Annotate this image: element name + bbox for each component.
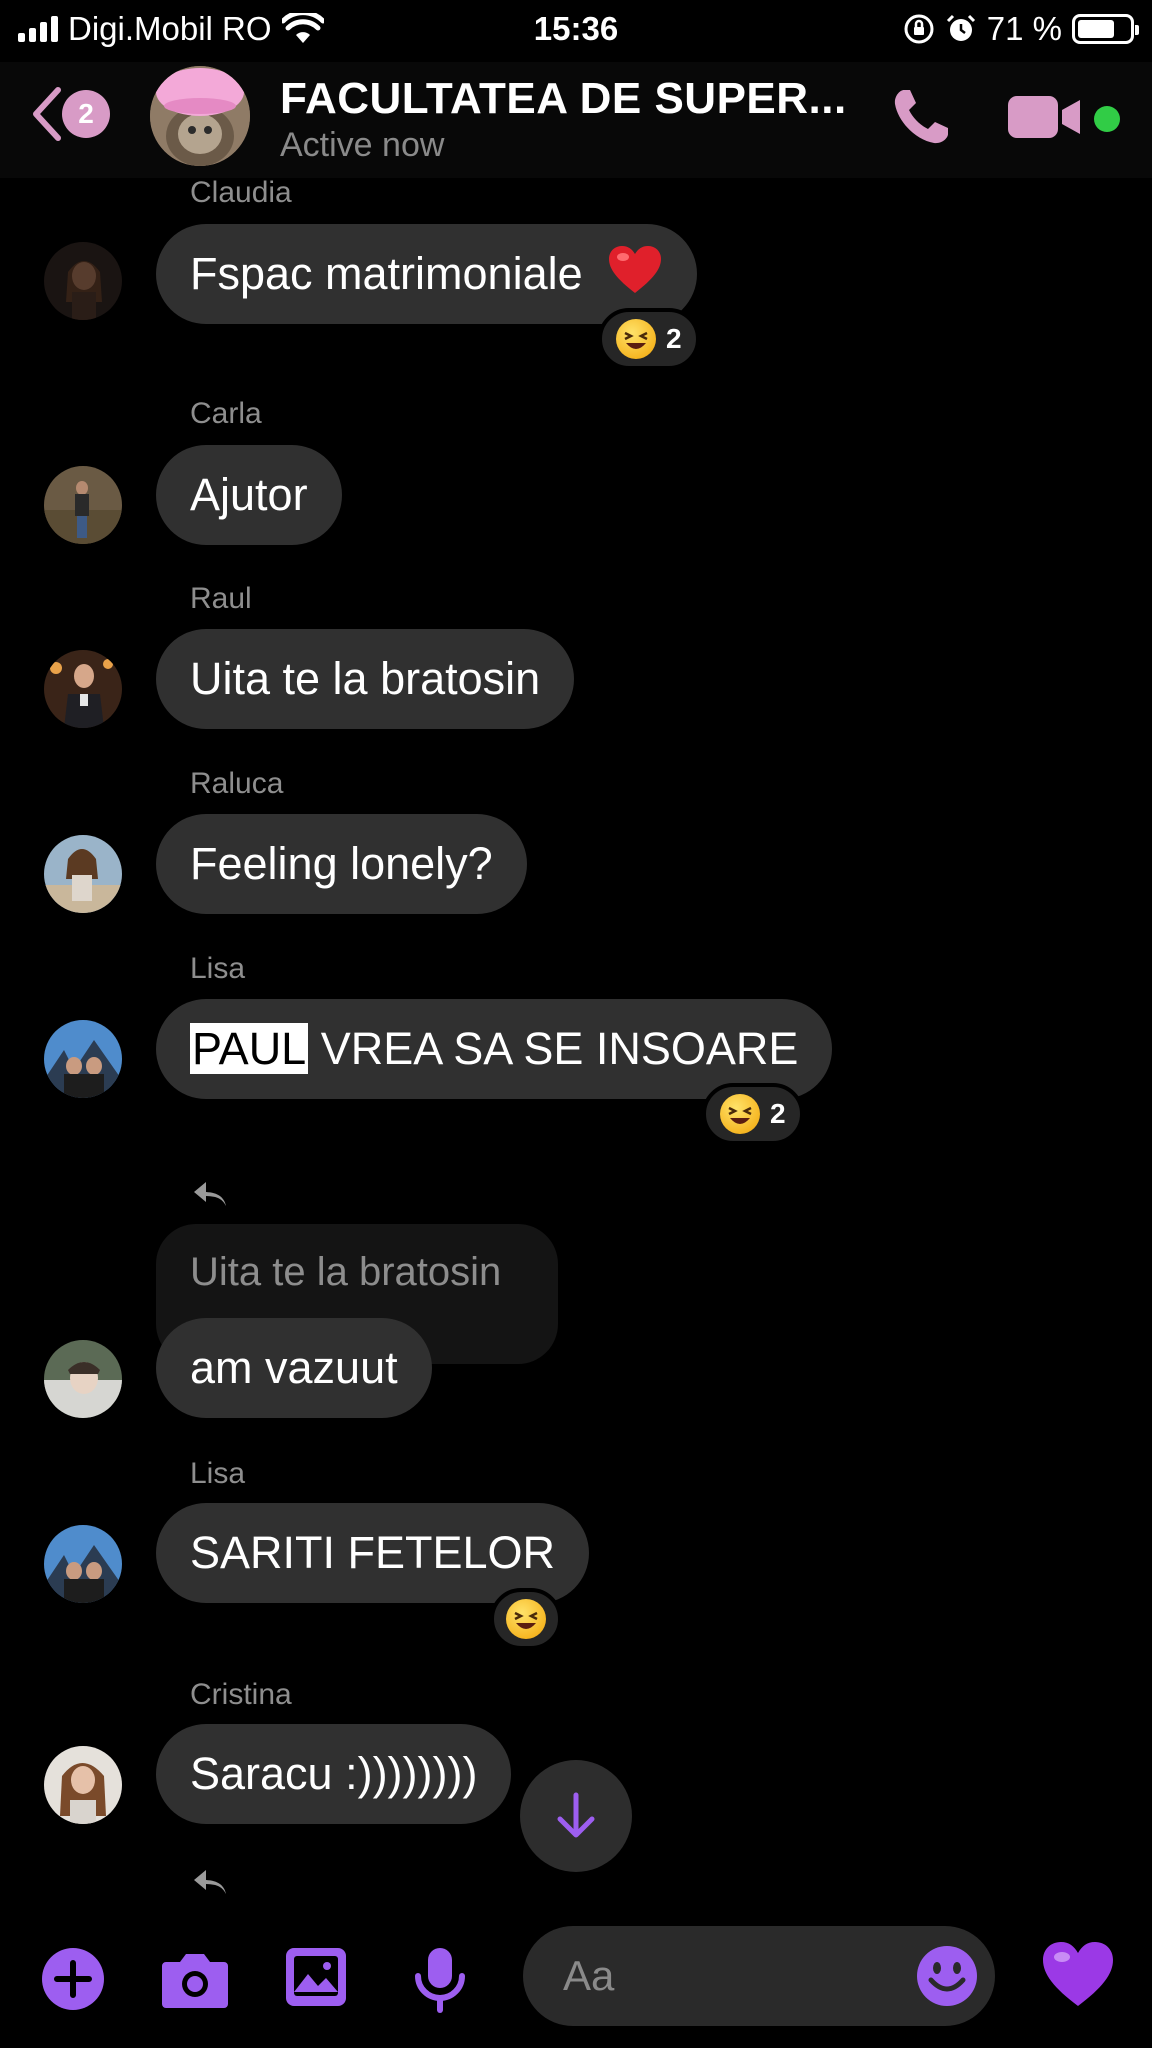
message-input[interactable]: [563, 1926, 903, 2026]
avatar-photo: [44, 1020, 122, 1098]
battery-icon: [1072, 14, 1139, 44]
send-heart-button[interactable]: [1040, 1940, 1116, 2015]
message-bubble[interactable]: Saracu :)))))))): [156, 1724, 512, 1824]
message-bubble[interactable]: Feeling lonely?: [156, 814, 527, 914]
arrow-down-icon: [557, 1792, 595, 1838]
online-indicator: [1094, 106, 1120, 132]
camera-icon: [162, 1954, 228, 2008]
reply-arrow-icon: [194, 1182, 226, 1206]
avatar-photo: [44, 242, 122, 320]
gallery-icon: [286, 1948, 346, 2006]
gallery-button[interactable]: [284, 1946, 348, 2013]
chat-title[interactable]: FACULTATEA DE SUPER...: [280, 74, 847, 124]
highlighted-text: PAUL: [190, 1023, 309, 1074]
message-text: Fspac matrimoniale: [190, 248, 583, 299]
sender-name: Lisa: [190, 1457, 246, 1490]
smiley-icon: [917, 1946, 977, 2006]
message-text: Ajutor: [190, 469, 308, 520]
reply-arrow-icon: [194, 1870, 226, 1894]
reaction-count: 2: [770, 1098, 786, 1129]
plus-icon: [42, 1948, 104, 2010]
cat-with-pink-hat-image: [150, 66, 250, 166]
active-status: Active now: [280, 126, 445, 164]
status-right: 71 %: [903, 10, 1139, 48]
message-bubble[interactable]: Fspac matrimoniale: [156, 224, 698, 324]
avatar-photo: [44, 1525, 122, 1603]
avatar[interactable]: [44, 1525, 122, 1603]
avatar-photo: [44, 1746, 122, 1824]
status-bar: Digi.Mobil RO 15:36 71 %: [0, 0, 1152, 62]
reaction-pill[interactable]: 2: [702, 1083, 804, 1145]
camera-button[interactable]: [160, 1946, 230, 2017]
sender-name: Raul: [190, 582, 252, 615]
avatar[interactable]: [44, 1746, 122, 1824]
chat-header: 2 FACULTATEA DE SUPER... Active now: [0, 62, 1152, 178]
message-composer: [0, 1900, 1152, 2048]
laughing-face-icon: [720, 1094, 760, 1134]
message-text: Uita te la bratosin: [190, 653, 541, 704]
plus-button[interactable]: [40, 1946, 106, 2017]
microphone-icon: [415, 1948, 465, 2013]
avatar-photo: [44, 835, 122, 913]
laughing-face-icon: [616, 319, 656, 359]
message-bubble[interactable]: Uita te la bratosin: [156, 629, 575, 729]
chevron-left-icon: [33, 87, 61, 141]
purple-heart-icon: [1043, 1942, 1113, 2006]
phone-icon: [894, 90, 948, 144]
avatar[interactable]: [44, 242, 122, 320]
laughing-face-icon: [506, 1599, 546, 1639]
emoji-button[interactable]: [915, 1944, 979, 2013]
avatar-photo: [44, 650, 122, 728]
avatar-photo: [44, 466, 122, 544]
message-text: Feeling lonely?: [190, 838, 493, 889]
avatar[interactable]: [44, 466, 122, 544]
video-call-button[interactable]: [1006, 94, 1082, 145]
rotation-lock-icon: [904, 14, 934, 44]
microphone-button[interactable]: [412, 1946, 468, 2019]
message-text: VREA SA SE INSOARE: [308, 1023, 799, 1074]
sender-name: Cristina: [190, 1678, 292, 1711]
sender-name: Lisa: [190, 952, 246, 985]
alarm-icon: [946, 14, 975, 41]
message-text: Saracu :)))))))): [190, 1748, 478, 1799]
battery-percent: 71 %: [986, 10, 1062, 47]
unread-badge: 2: [62, 90, 110, 138]
message-bubble[interactable]: am vazuut: [156, 1318, 432, 1418]
quoted-text: Uita te la bratosin: [190, 1250, 502, 1294]
message-text: SARITI FETELOR: [190, 1527, 556, 1578]
scroll-to-bottom-button[interactable]: [520, 1760, 632, 1872]
avatar-photo: [44, 1340, 122, 1418]
voice-call-button[interactable]: [890, 86, 952, 153]
group-avatar[interactable]: [150, 66, 250, 166]
reaction-count: 2: [666, 323, 682, 354]
reaction-pill[interactable]: [490, 1588, 562, 1650]
avatar[interactable]: [44, 1340, 122, 1418]
avatar[interactable]: [44, 650, 122, 728]
message-text: am vazuut: [190, 1342, 398, 1393]
red-heart-icon: [609, 246, 662, 293]
video-camera-icon: [1008, 96, 1080, 138]
back-button[interactable]: 2: [30, 86, 110, 142]
reaction-pill[interactable]: 2: [598, 308, 700, 370]
sender-name: Raluca: [190, 767, 284, 800]
sender-name: Claudia: [190, 176, 292, 209]
sender-name: Carla: [190, 397, 262, 430]
avatar[interactable]: [44, 835, 122, 913]
message-bubble[interactable]: Ajutor: [156, 445, 342, 545]
avatar[interactable]: [44, 1020, 122, 1098]
message-input-container: [523, 1926, 995, 2026]
